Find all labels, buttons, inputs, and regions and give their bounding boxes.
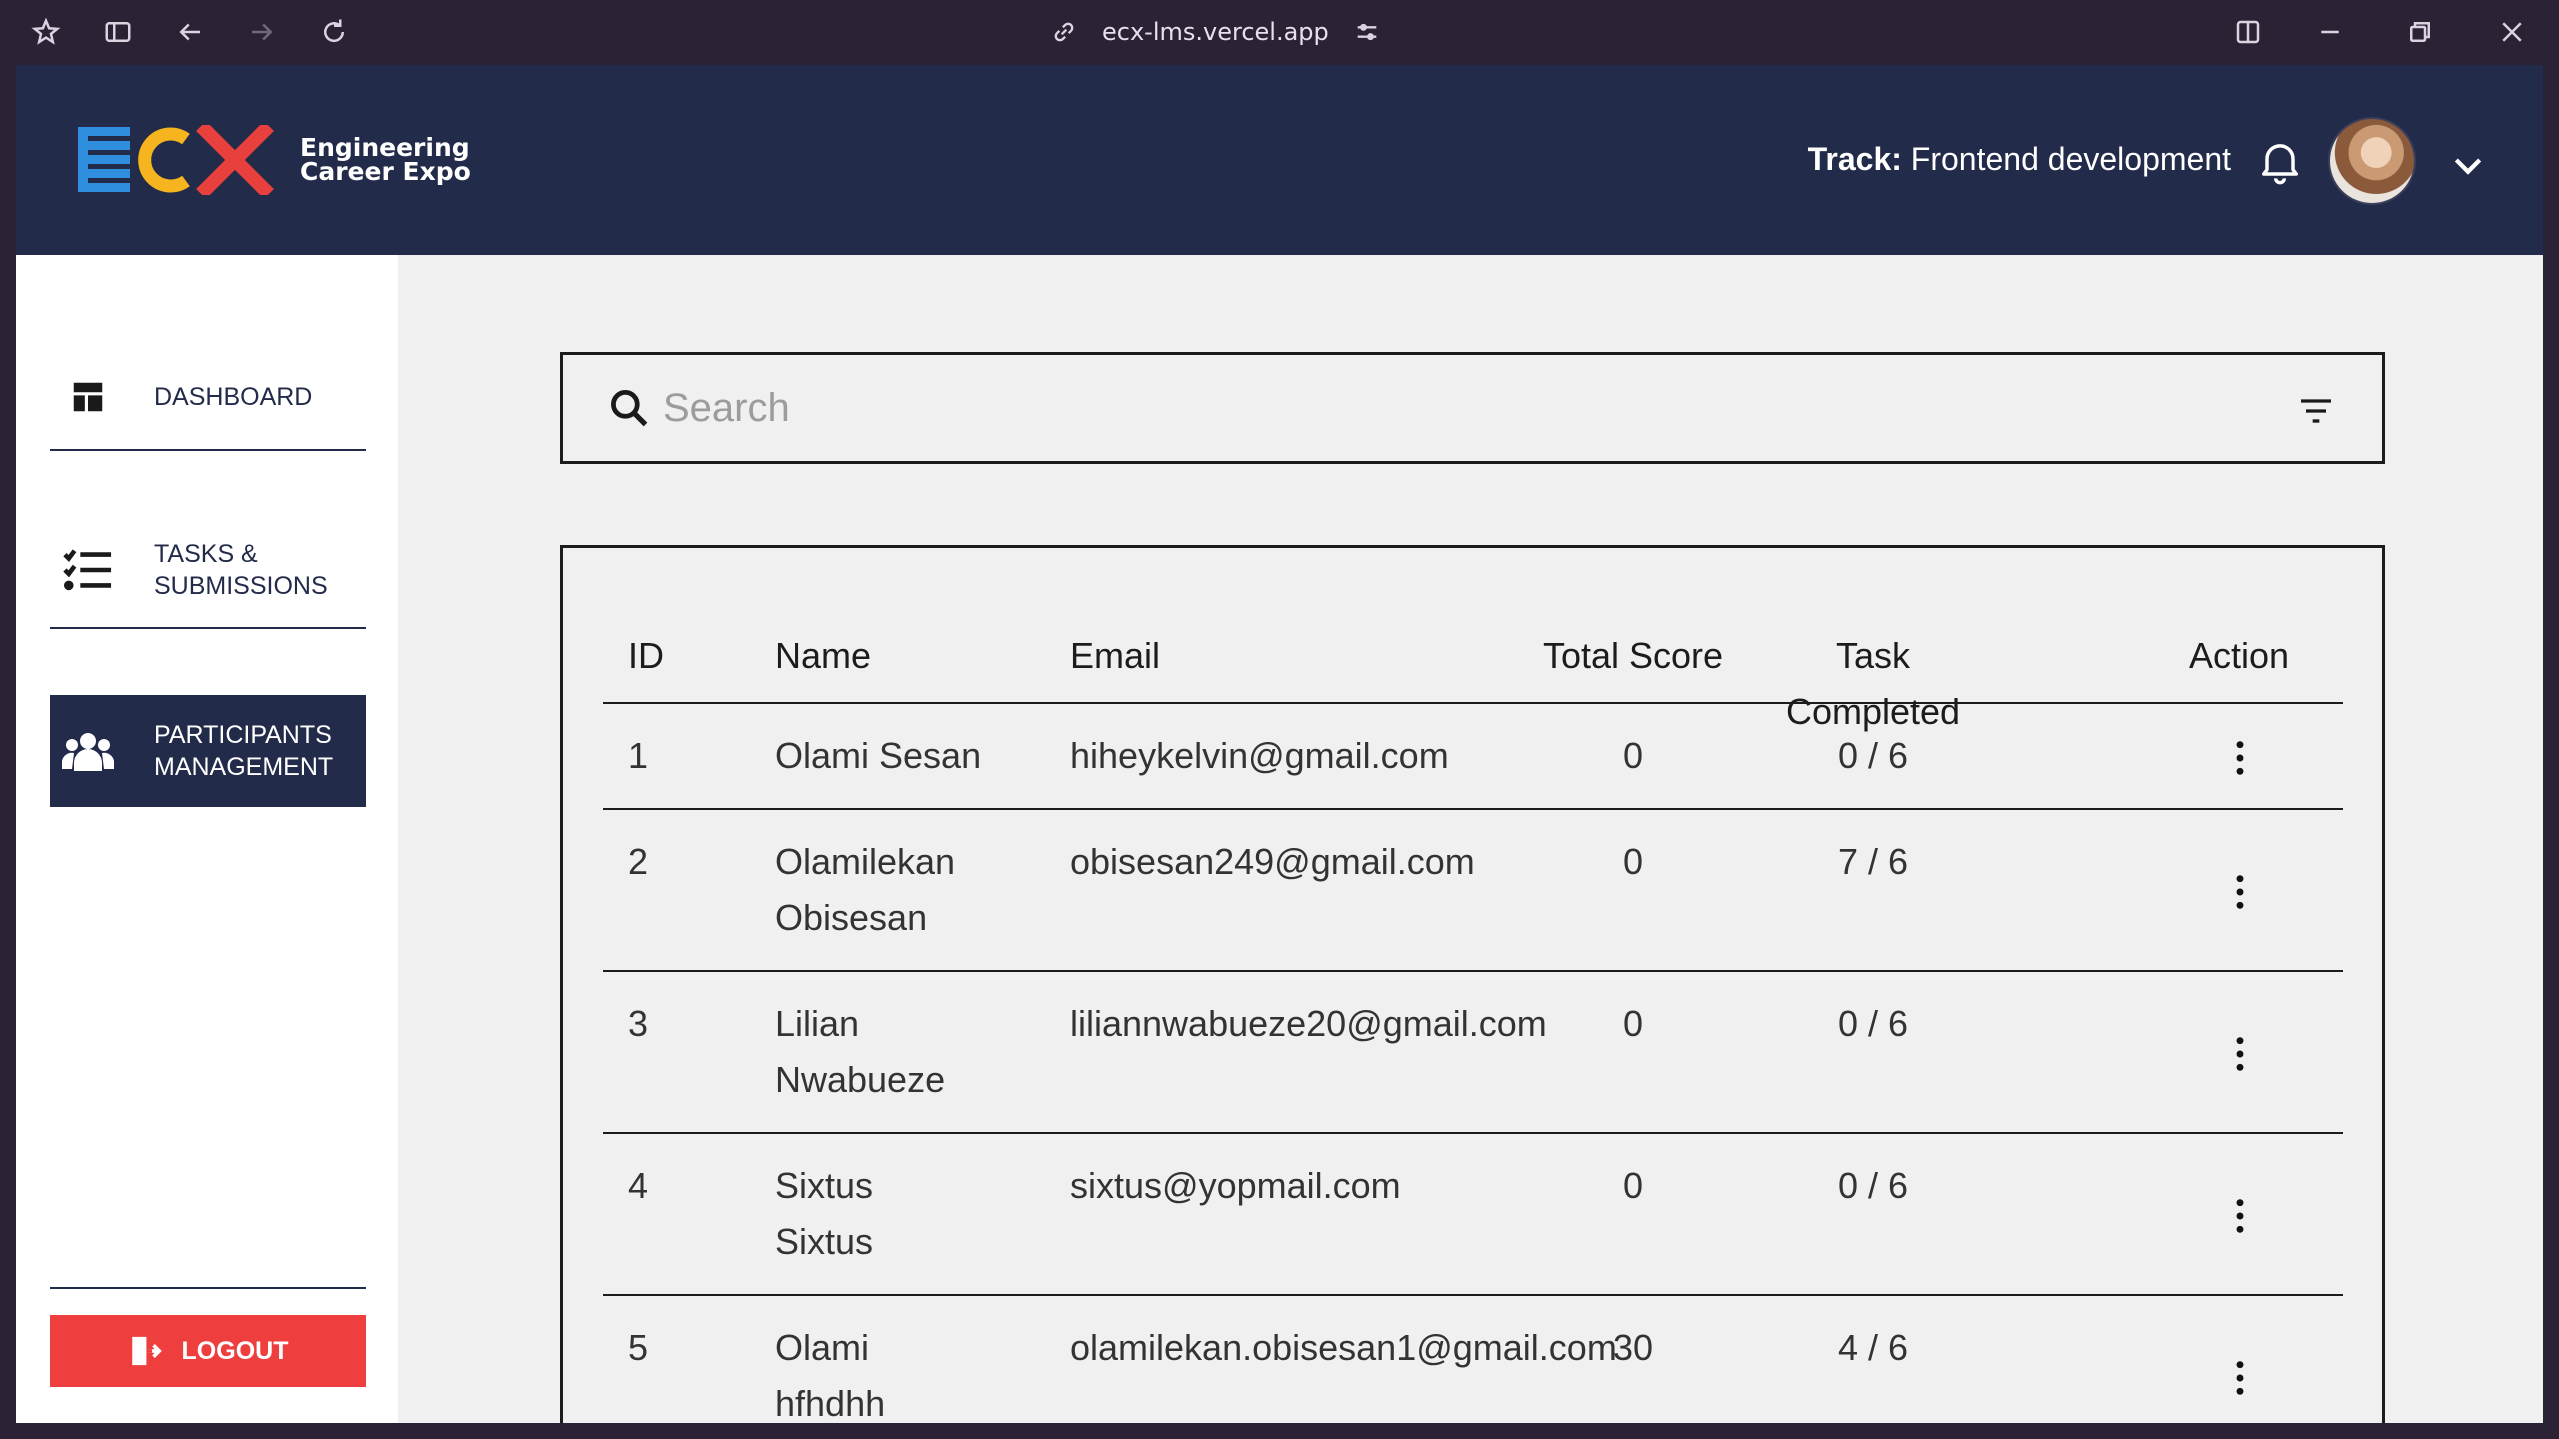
sidebar-item-label: TASKS & [154, 540, 258, 568]
search-icon [611, 390, 648, 427]
track-value: Frontend development [1910, 141, 2231, 177]
header-name[interactable]: Name [775, 628, 1055, 684]
table-row[interactable]: 4 Sixtus Sixtus sixtus@yopmail.com 0 0 /… [603, 1134, 2343, 1296]
header-action: Action [2188, 635, 2290, 676]
nav-divider [50, 449, 366, 451]
cell-email: liliannwabueze20@gmail.com [1070, 1003, 1547, 1044]
participants-table: ID Name Email Total Score Task Completed… [560, 545, 2385, 1423]
cell-name: Olami hfhdhh [775, 1320, 1055, 1423]
restore-icon[interactable] [2404, 16, 2436, 48]
more-vertical-icon[interactable] [2225, 1196, 2255, 1236]
cell-score: 0 [1622, 841, 1644, 882]
header-total-score[interactable]: Total Score [1533, 628, 1733, 684]
cell-email: obisesan249@gmail.com [1070, 841, 1475, 882]
link-icon [1054, 22, 1074, 42]
logout-icon [131, 1336, 162, 1366]
cell-email: hiheykelvin@gmail.com [1070, 735, 1449, 776]
header-id[interactable]: ID [628, 628, 664, 684]
search-input[interactable] [663, 385, 2263, 431]
reload-icon[interactable] [318, 16, 350, 48]
cell-name-line: Sixtus [775, 1165, 874, 1206]
sidebar-item-label: SUBMISSIONS [154, 572, 328, 600]
cell-id: 5 [628, 1327, 649, 1368]
chevron-down-icon[interactable] [2448, 145, 2488, 185]
top-header: Engineering Career Expo Track: Frontend … [16, 65, 2543, 255]
browser-chrome: ecx-lms.vercel.app [0, 0, 2559, 65]
logo-text: Engineering Career Expo [300, 135, 471, 186]
sidebar-item-label: DASHBOARD [154, 383, 313, 411]
sidebar-item-tasks[interactable]: TASKS & SUBMISSIONS [50, 535, 366, 605]
url-text[interactable]: ecx-lms.vercel.app [1102, 18, 1329, 46]
back-icon[interactable] [174, 16, 206, 48]
cell-id: 4 [628, 1165, 649, 1206]
bell-icon[interactable] [2254, 135, 2306, 187]
header-email[interactable]: Email [1070, 628, 1160, 684]
cell-task: 7 / 6 [1837, 841, 1909, 882]
table-row[interactable]: 1 Olami Sesan hiheykelvin@gmail.com 0 0 … [603, 704, 2343, 810]
cell-name: Olami Sesan [775, 728, 1055, 784]
users-icon [58, 729, 118, 773]
cell-task: 0 / 6 [1837, 1003, 1909, 1044]
cell-name: Olamilekan Obisesan [775, 834, 1055, 946]
logout-label: LOGOUT [181, 1336, 289, 1365]
avatar[interactable] [2328, 117, 2416, 205]
site-settings-icon[interactable] [1353, 18, 1381, 46]
cell-score: 0 [1622, 1003, 1644, 1044]
filter-icon[interactable] [2296, 391, 2336, 431]
dashboard-icon [58, 378, 118, 416]
cell-email: sixtus@yopmail.com [1070, 1165, 1401, 1206]
cell-id: 3 [628, 1003, 649, 1044]
more-vertical-icon[interactable] [2225, 1034, 2255, 1074]
cell-name-line: hfhdhh [775, 1383, 886, 1423]
nav-divider [50, 1287, 366, 1289]
more-vertical-icon[interactable] [2225, 738, 2255, 778]
forward-icon[interactable] [246, 16, 278, 48]
sidebar-toggle-icon[interactable] [102, 16, 134, 48]
table-row[interactable]: 5 Olami hfhdhh olamilekan.obisesan1@gmai… [603, 1296, 2343, 1423]
track-label: Track: [1807, 141, 1902, 177]
cell-name: Sixtus Sixtus [775, 1158, 1055, 1270]
more-vertical-icon[interactable] [2225, 1358, 2255, 1398]
sidebar-item-dashboard[interactable]: DASHBOARD [50, 367, 366, 427]
minimize-icon[interactable] [2314, 16, 2346, 48]
cell-score: 0 [1622, 735, 1644, 776]
cell-name-line: Olami Sesan [775, 735, 982, 776]
table-header: ID Name Email Total Score Task Completed… [603, 608, 2343, 732]
cell-task: 0 / 6 [1837, 735, 1909, 776]
sidebar: DASHBOARD TASKS & SUBMISSIONS PARTICIPAN… [16, 255, 398, 1423]
logout-button[interactable]: LOGOUT [50, 1315, 366, 1387]
sidebar-item-label: PARTICIPANTS [154, 721, 332, 749]
table-row[interactable]: 3 Lilian Nwabueze liliannwabueze20@gmail… [603, 972, 2343, 1134]
cell-name: Lilian Nwabueze [775, 996, 1055, 1108]
nav-divider [50, 627, 366, 629]
app-window: Engineering Career Expo Track: Frontend … [16, 65, 2543, 1423]
cell-score: 30 [1612, 1327, 1654, 1368]
sidebar-item-label: MANAGEMENT [154, 753, 334, 781]
track-indicator: Track: Frontend development [1808, 141, 2231, 178]
table-row[interactable]: 2 Olamilekan Obisesan obisesan249@gmail.… [603, 810, 2343, 972]
address-bar[interactable]: ecx-lms.vercel.app [1050, 14, 1381, 50]
browser-logo-icon[interactable] [30, 16, 62, 48]
cell-name-line: Nwabueze [775, 1059, 946, 1100]
cell-id: 2 [628, 841, 649, 882]
cell-id: 1 [628, 735, 649, 776]
cell-name-line: Olamilekan [775, 841, 956, 882]
cell-name-line: Lilian [775, 1003, 860, 1044]
cell-name-line: Olami [775, 1327, 870, 1368]
cell-name-line: Obisesan [775, 897, 928, 938]
search-bar [560, 352, 2385, 464]
split-view-icon[interactable] [2232, 16, 2264, 48]
sidebar-item-participants[interactable]: PARTICIPANTS MANAGEMENT [50, 695, 366, 807]
cell-task: 4 / 6 [1837, 1327, 1909, 1368]
close-icon[interactable] [2496, 16, 2528, 48]
ecx-logo[interactable]: Engineering Career Expo [78, 125, 471, 195]
cell-score: 0 [1622, 1165, 1644, 1206]
cell-task: 0 / 6 [1837, 1165, 1909, 1206]
more-vertical-icon[interactable] [2225, 872, 2255, 912]
ecx-logo-mark [78, 125, 274, 195]
cell-name-line: Sixtus [775, 1221, 874, 1262]
checklist-icon [58, 548, 118, 592]
logo-line-2: Career Expo [300, 157, 471, 186]
